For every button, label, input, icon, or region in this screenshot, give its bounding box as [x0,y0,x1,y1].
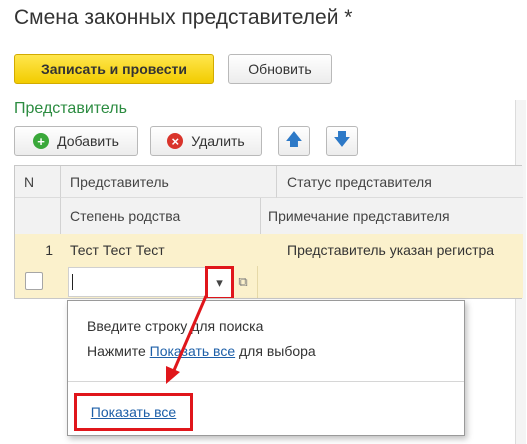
arrow-head-icon [166,366,180,384]
annotation-arrow [166,295,208,384]
arrow-shaft [170,295,208,376]
